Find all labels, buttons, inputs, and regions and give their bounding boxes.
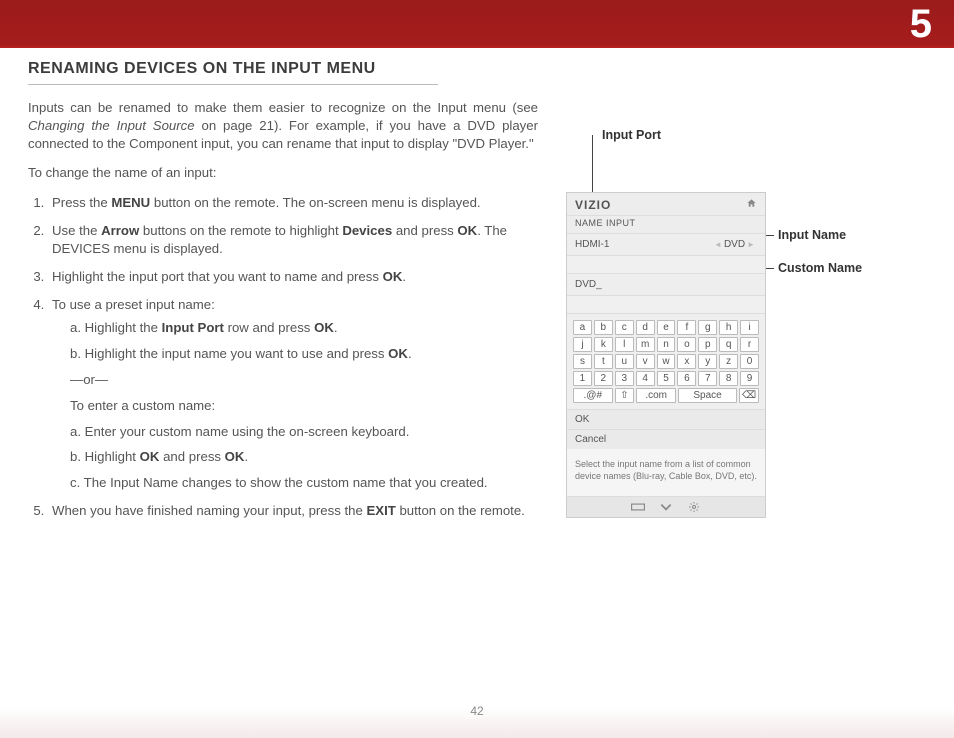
label-input-port: Input Port <box>602 128 661 142</box>
key-z[interactable]: z <box>719 354 738 369</box>
key-d[interactable]: d <box>636 320 655 335</box>
key-8[interactable]: 8 <box>719 371 738 386</box>
key-v[interactable]: v <box>636 354 655 369</box>
step-or: —or— <box>70 371 538 389</box>
custom-name-value: DVD_ <box>575 279 602 290</box>
key-n[interactable]: n <box>657 337 676 352</box>
step-cc: c. The Input Name changes to show the cu… <box>70 474 538 492</box>
intro-paragraph: Inputs can be renamed to make them easie… <box>28 99 538 152</box>
step-5: When you have finished naming your input… <box>48 502 538 520</box>
osd-panel: VIZIO NAME INPUT HDMI-1 ◄DVD► DVD_ abcde… <box>566 192 766 518</box>
key-w[interactable]: w <box>657 354 676 369</box>
input-port-row[interactable]: HDMI-1 ◄DVD► <box>567 234 765 256</box>
body-column: Inputs can be renamed to make them easie… <box>28 99 538 520</box>
key-k[interactable]: k <box>594 337 613 352</box>
wide-icon[interactable] <box>631 502 645 512</box>
selected-input-name: DVD <box>724 239 745 250</box>
step-cb: b. Highlight OK and press OK. <box>70 448 538 466</box>
step-4: To use a preset input name: a. Highlight… <box>48 296 538 493</box>
key-7[interactable]: 7 <box>698 371 717 386</box>
key-a[interactable]: a <box>573 320 592 335</box>
key-3[interactable]: 3 <box>615 371 634 386</box>
key-l[interactable]: l <box>615 337 634 352</box>
cancel-button[interactable]: Cancel <box>567 429 765 449</box>
key-b[interactable]: b <box>594 320 613 335</box>
key-o[interactable]: o <box>677 337 696 352</box>
key-symbols[interactable]: .@# <box>573 388 613 403</box>
chevron-down-icon[interactable] <box>659 502 673 512</box>
key-dotcom[interactable]: .com <box>636 388 676 403</box>
step-1: Press the MENU button on the remote. The… <box>48 194 538 212</box>
key-0[interactable]: 0 <box>740 354 759 369</box>
custom-name-row[interactable]: DVD_ <box>567 274 765 296</box>
key-t[interactable]: t <box>594 354 613 369</box>
header-rule <box>0 46 954 48</box>
screen-title: NAME INPUT <box>567 216 765 234</box>
chapter-number: 5 <box>910 2 932 47</box>
header-band: 5 <box>0 0 954 46</box>
key-e[interactable]: e <box>657 320 676 335</box>
home-icon[interactable] <box>746 198 757 212</box>
key-y[interactable]: y <box>698 354 717 369</box>
key-4[interactable]: 4 <box>636 371 655 386</box>
label-input-name: Input Name <box>778 228 846 242</box>
key-s[interactable]: s <box>573 354 592 369</box>
step-ca: a. Enter your custom name using the on-s… <box>70 423 538 441</box>
key-5[interactable]: 5 <box>657 371 676 386</box>
osd-footer <box>567 496 765 517</box>
key-u[interactable]: u <box>615 354 634 369</box>
key-space[interactable]: Space <box>678 388 737 403</box>
key-m[interactable]: m <box>636 337 655 352</box>
help-text: Select the input name from a list of com… <box>567 449 765 496</box>
brand-logo: VIZIO <box>575 198 611 212</box>
key-h[interactable]: h <box>719 320 738 335</box>
page-title: RENAMING DEVICES ON THE INPUT MENU <box>28 60 438 85</box>
chevron-left-icon: ◄ <box>712 240 724 249</box>
key-q[interactable]: q <box>719 337 738 352</box>
step-4a: a. Highlight the Input Port row and pres… <box>70 319 538 337</box>
key-p[interactable]: p <box>698 337 717 352</box>
key-j[interactable]: j <box>573 337 592 352</box>
key-x[interactable]: x <box>677 354 696 369</box>
key-6[interactable]: 6 <box>677 371 696 386</box>
key-2[interactable]: 2 <box>594 371 613 386</box>
step-2: Use the Arrow buttons on the remote to h… <box>48 222 538 258</box>
input-port-value: HDMI-1 <box>575 239 609 250</box>
key-backspace[interactable]: ⌫ <box>739 388 759 403</box>
key-shift[interactable]: ⇧ <box>615 388 635 403</box>
onscreen-keyboard: abcdefghi jklmnopqr stuvwxyz0 123456789 … <box>567 314 765 409</box>
key-c[interactable]: c <box>615 320 634 335</box>
ok-button[interactable]: OK <box>567 409 765 429</box>
key-1[interactable]: 1 <box>573 371 592 386</box>
step-3: Highlight the input port that you want t… <box>48 268 538 286</box>
gear-icon[interactable] <box>687 502 701 512</box>
page-number: 42 <box>28 704 926 718</box>
key-9[interactable]: 9 <box>740 371 759 386</box>
custom-lead: To enter a custom name: <box>70 397 538 415</box>
step-4b: b. Highlight the input name you want to … <box>70 345 538 363</box>
lead-line: To change the name of an input: <box>28 164 538 182</box>
label-custom-name: Custom Name <box>778 261 862 275</box>
key-r[interactable]: r <box>740 337 759 352</box>
key-f[interactable]: f <box>677 320 696 335</box>
chevron-right-icon: ► <box>745 240 757 249</box>
cross-ref: Changing the Input Source <box>28 118 195 133</box>
key-g[interactable]: g <box>698 320 717 335</box>
key-i[interactable]: i <box>740 320 759 335</box>
